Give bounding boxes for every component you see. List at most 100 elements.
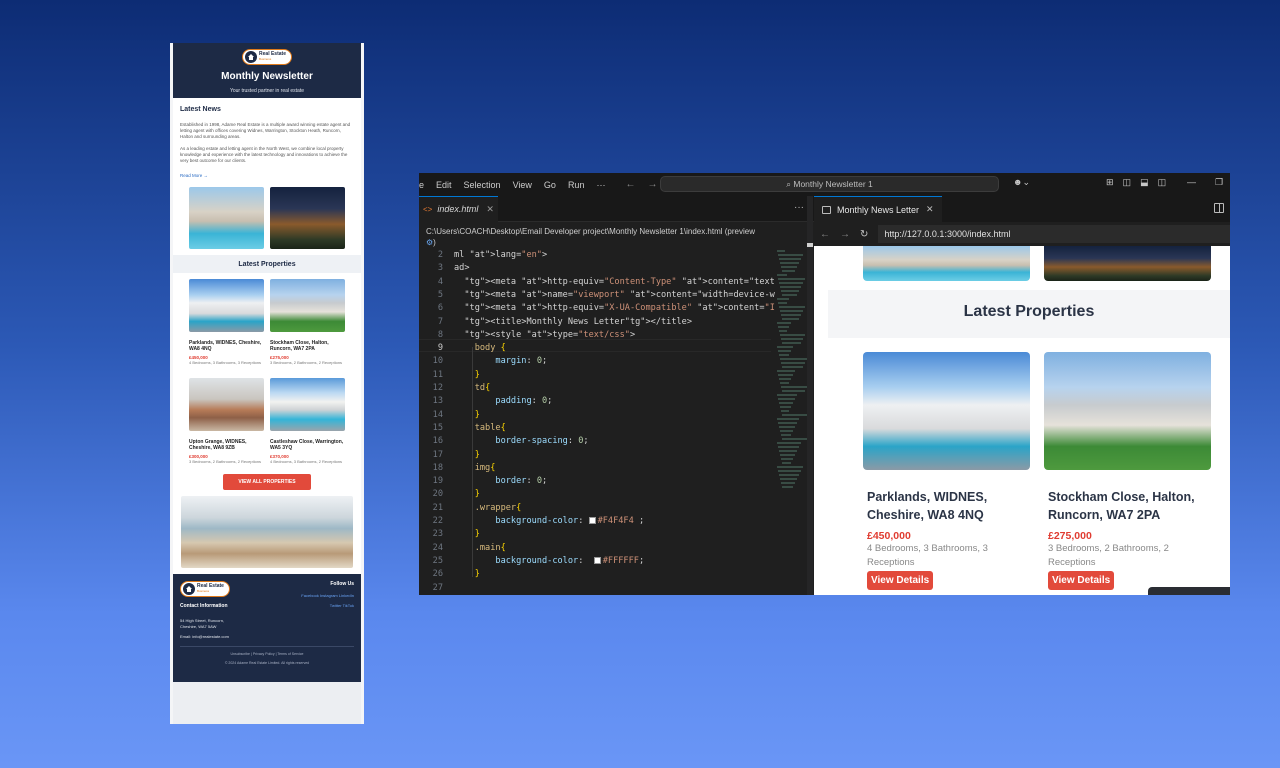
property-details: 3 Bedrooms, 2 Bathrooms, 2 Receptions xyxy=(270,360,343,365)
line-number: 17 xyxy=(432,449,443,460)
line-number: 23 xyxy=(432,529,443,540)
menu-view[interactable]: View xyxy=(507,180,538,190)
line-number: 20 xyxy=(432,489,443,500)
close-icon[interactable]: ✕ xyxy=(486,204,494,215)
minimap-line xyxy=(779,282,803,284)
code-line[interactable]: } xyxy=(454,450,480,460)
property-card[interactable]: Stockham Close, Halton, Runcorn, WA7 2PA… xyxy=(270,279,345,365)
property-card[interactable]: Castleshaw Close, Warrington, WA5 3YQ £3… xyxy=(270,378,345,464)
menu-go[interactable]: Go xyxy=(538,180,562,190)
property-image xyxy=(863,352,1030,470)
code-area[interactable]: 2 ml "at">lang="en"> 3 ad> 4 "tg"><meta "at"… xyxy=(419,250,775,595)
command-center-search[interactable]: ⌕ Monthly Newsletter 1 xyxy=(660,176,999,192)
toggle-secondary-sidebar-icon[interactable]: ◫ xyxy=(1158,177,1167,188)
code-line[interactable]: ad> xyxy=(454,263,470,273)
code-line[interactable]: "tg"><meta "at">http-equiv="Content-Type… xyxy=(454,277,775,287)
minimap-line xyxy=(778,278,805,280)
read-more-link[interactable]: Read More → xyxy=(180,173,354,178)
minimap[interactable] xyxy=(777,250,809,490)
brand-tagline: Business xyxy=(259,57,272,61)
menu-more[interactable]: ··· xyxy=(590,180,611,190)
back-arrow-icon[interactable]: ← xyxy=(820,229,830,240)
url-input[interactable]: http://127.0.0.1:3000/index.html xyxy=(878,225,1230,243)
code-line[interactable]: "tg"><title>Monthly News Letter"tg"></ti… xyxy=(454,317,692,327)
editor-scrollbar[interactable] xyxy=(807,196,813,595)
code-line[interactable]: ml "at">lang="en"> xyxy=(454,250,547,260)
property-image xyxy=(270,378,345,431)
close-icon[interactable]: ✕ xyxy=(926,204,934,215)
minimap-line xyxy=(780,286,801,288)
code-line[interactable]: background-color: #FFFFFF; xyxy=(454,556,644,566)
forward-arrow-icon[interactable]: → xyxy=(840,229,850,240)
code-line[interactable]: "tg"><meta "at">http-equiv="X-UA-Compati… xyxy=(454,303,775,313)
properties-grid: Parklands, WIDNES, Cheshire, WA8 4NQ £45… xyxy=(173,273,361,574)
tab-label: index.html xyxy=(437,204,479,214)
minimap-line xyxy=(779,426,795,428)
minimize-icon[interactable]: — xyxy=(1187,177,1196,188)
view-details-button[interactable]: View Details xyxy=(1048,571,1115,590)
menu-run[interactable]: Run xyxy=(562,180,591,190)
split-editor-icon[interactable] xyxy=(1214,203,1224,213)
reload-icon[interactable]: ↻ xyxy=(860,229,868,240)
property-image xyxy=(189,378,264,431)
toggle-panel-icon[interactable]: ⬓ xyxy=(1140,177,1149,188)
latest-news-heading: Latest News xyxy=(180,106,221,113)
news-image-night-house xyxy=(1044,246,1211,281)
menu-file[interactable]: e xyxy=(419,180,430,190)
code-line[interactable]: td{ xyxy=(454,383,491,393)
property-card[interactable]: Stockham Close, Halton, Runcorn, WA7 2PA… xyxy=(1044,352,1211,590)
code-line[interactable]: background-color: #F4F4F4 ; xyxy=(454,516,644,526)
code-line[interactable]: } xyxy=(454,529,480,539)
legal-links[interactable]: Unsubscribe | Privacy Policy | Terms of … xyxy=(180,652,354,656)
customize-layout-icon[interactable]: ⊞ xyxy=(1106,177,1114,188)
breadcrumb-path[interactable]: C:\Users\COACH\Desktop\Email Developer p… xyxy=(426,227,755,236)
minimap-line xyxy=(779,450,797,452)
code-line[interactable]: "tg"><style "at">type="text/css"> xyxy=(454,330,635,340)
social-links[interactable]: Facebook Instagram LinkedIn xyxy=(301,591,354,601)
property-card[interactable]: Parklands, WIDNES, Cheshire, WA8 4NQ £45… xyxy=(189,279,264,365)
code-line[interactable]: "tg"><meta "at">name="viewport" "at">con… xyxy=(454,290,775,300)
minimap-line xyxy=(777,442,801,444)
minimap-line xyxy=(782,462,791,464)
code-line[interactable]: .main{ xyxy=(454,543,506,553)
newsletter-footer: Real Estate Business Contact Information … xyxy=(173,574,361,682)
minimap-line xyxy=(778,374,793,376)
property-card[interactable]: Parklands, WIDNES, Cheshire, WA8 4NQ £45… xyxy=(863,352,1030,590)
tab-index-html[interactable]: <> index.html ✕ xyxy=(419,195,498,222)
restore-icon[interactable]: ❐ xyxy=(1215,177,1223,188)
code-line[interactable]: .wrapper{ xyxy=(454,503,522,513)
minimap-line xyxy=(780,334,805,336)
menu-edit[interactable]: Edit xyxy=(430,180,458,190)
code-line[interactable]: } xyxy=(454,370,480,380)
view-details-button[interactable]: View Details xyxy=(867,571,934,590)
code-line[interactable]: margin: 0; xyxy=(454,356,547,366)
minimap-line xyxy=(777,250,785,252)
property-name: Parklands, WIDNES, Cheshire, WA8 4NQ xyxy=(867,490,988,522)
minimap-line xyxy=(782,390,805,392)
code-line[interactable]: border: 0; xyxy=(454,476,547,486)
code-line[interactable]: img{ xyxy=(454,463,496,473)
more-actions-icon[interactable]: ··· xyxy=(794,202,804,213)
code-line[interactable]: } xyxy=(454,569,480,579)
code-line[interactable]: } xyxy=(454,489,480,499)
scrollbar-thumb[interactable] xyxy=(807,243,813,247)
code-line[interactable]: table{ xyxy=(454,423,506,433)
property-card[interactable]: Upton Grange, WIDNES, Cheshire, WA8 9ZB … xyxy=(189,378,264,464)
code-line[interactable]: border-spacing: 0; xyxy=(454,436,588,446)
code-line[interactable]: } xyxy=(454,410,480,420)
interior-banner-image xyxy=(181,496,353,568)
code-line[interactable]: padding: 0; xyxy=(454,396,552,406)
tab-monthly-news-letter[interactable]: Monthly News Letter ✕ xyxy=(814,196,942,222)
toggle-sidebar-icon[interactable]: ◫ xyxy=(1123,177,1132,188)
social-links[interactable]: Twitter TikTok xyxy=(301,601,354,611)
copilot-icon[interactable]: ☻⌄ xyxy=(1013,177,1030,188)
menu-selection[interactable]: Selection xyxy=(458,180,507,190)
code-line[interactable]: body { xyxy=(454,343,506,353)
view-all-properties-button[interactable]: VIEW ALL PROPERTIES xyxy=(223,474,311,490)
minimap-line xyxy=(778,350,791,352)
minimap-line xyxy=(781,482,795,484)
back-arrow-icon[interactable]: ← xyxy=(619,179,641,190)
minimap-line xyxy=(782,270,795,272)
newsletter-header: Real Estate Business Monthly Newsletter Y… xyxy=(173,43,361,98)
minimap-line xyxy=(781,362,805,364)
